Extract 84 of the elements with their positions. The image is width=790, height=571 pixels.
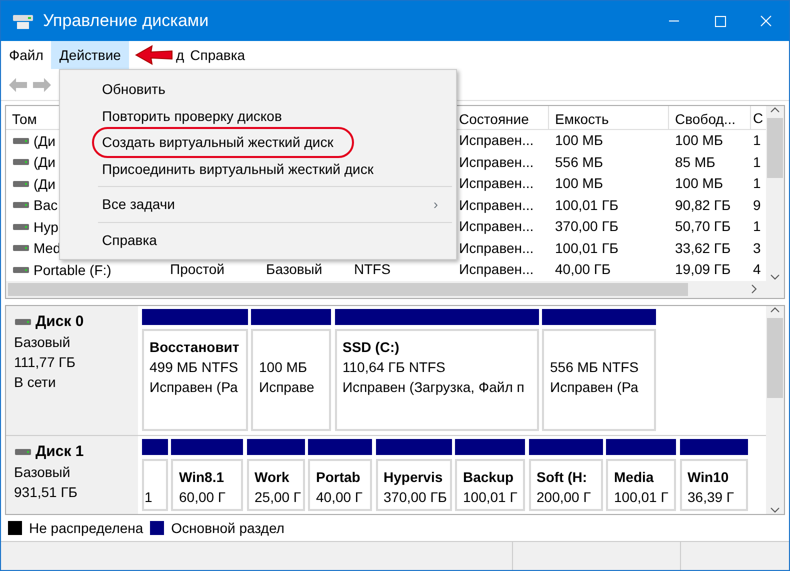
menu-item[interactable]: Действие [51, 41, 129, 69]
menu-item[interactable]: Обновить [60, 76, 456, 102]
forward-icon[interactable] [32, 76, 52, 94]
table-cell-text: NTFS [353, 260, 392, 280]
scroll-down-icon[interactable] [770, 272, 780, 281]
partition-box[interactable]: Восстановит 499 МБ NTFS Исправен (Ра [142, 329, 248, 432]
scroll-up-icon[interactable] [770, 306, 780, 314]
partition-box[interactable]: Portab 40,00 Г [308, 459, 372, 512]
table-cell-text: Portable (F:) [34, 260, 112, 280]
menu-item[interactable]: Файл [1, 41, 52, 69]
partition-box[interactable]: Win8.1 60,00 Г [171, 459, 243, 512]
table-cell-text: 1 [752, 174, 762, 194]
table-cell-text: (Ди [34, 153, 56, 172]
table-cell-text: 370,00 ГБ [554, 217, 620, 236]
table-cell-text: Исправен... [458, 238, 535, 258]
table-cell-text: 3 [752, 238, 762, 258]
scrollbar[interactable] [766, 106, 784, 281]
table-cell-text: 1 [752, 217, 762, 236]
table-cell-text: Исправен... [458, 196, 535, 215]
submenu-arrow: › [433, 195, 438, 214]
table-cell-text: Исправен... [458, 131, 535, 150]
disk-info: 931,51 ГБ [14, 482, 78, 502]
table-cell-text: (Ди [34, 174, 56, 194]
legend-label: Основной раздел [171, 518, 284, 538]
table-cell-text: 100,01 ГБ [554, 196, 620, 215]
back-icon[interactable] [8, 76, 28, 94]
scroll-right-icon[interactable] [750, 284, 758, 294]
menu-item[interactable]: Присоединить виртуальный жесткий диск [60, 156, 456, 182]
column-header[interactable]: С [751, 106, 764, 130]
partition-box[interactable]: 100 МБ Исправе [251, 329, 331, 432]
partition-box[interactable]: Soft (H: 200,00 Г [528, 459, 602, 512]
table-cell-text: Hyp [34, 218, 58, 237]
table-cell-text: 100 МБ [554, 131, 604, 150]
partition-box[interactable]: Hypervis 370,00 ГБ [376, 459, 452, 512]
table-cell-text: Исправен... [458, 217, 535, 236]
table-cell-text: 1 [752, 131, 762, 150]
table-cell-text: Простой [169, 260, 226, 280]
partition-box[interactable]: Work 25,00 Г [246, 459, 304, 512]
menu-item[interactable]: Справка [187, 41, 248, 69]
scroll-up-icon[interactable] [770, 106, 780, 114]
column-header[interactable]: Емкость [549, 106, 669, 130]
disk-name: Диск 1 [36, 442, 84, 462]
table-cell-text: 100 МБ [674, 174, 724, 194]
table-cell-text: 1 [752, 152, 762, 172]
disk-name: Диск 0 [36, 312, 84, 332]
scroll-down-icon[interactable] [770, 506, 780, 514]
table-cell-text: 100 МБ [674, 131, 724, 150]
partition-box[interactable]: 1 [142, 459, 168, 512]
scrollbar[interactable] [766, 306, 784, 514]
partition-box[interactable]: Win10 36,39 Г [680, 459, 748, 512]
table-cell-text: Базовый [265, 260, 324, 280]
table-cell-text: 9 [752, 196, 762, 215]
table-cell-text: 85 МБ [674, 152, 716, 172]
table-cell-text: Исправен... [458, 152, 535, 172]
table-cell-text: 33,62 ГБ [674, 238, 732, 258]
partition-box[interactable]: SSD (C:) 110,64 ГБ NTFS Исправен (Загрузка, Файл п [334, 329, 538, 432]
table-cell-text: Bac [34, 196, 58, 216]
disk-info: Базовый [14, 462, 72, 482]
table-cell-text: 556 МБ [554, 152, 604, 172]
table-cell-text: 100,01 ГБ [554, 238, 620, 258]
table-cell-text: 19,09 ГБ [674, 260, 732, 280]
partition-box[interactable]: Media 100,01 Г [606, 459, 676, 512]
disk-info: 111,77 ГБ [14, 352, 76, 372]
partition-box[interactable]: Backup 100,01 Г [455, 459, 525, 512]
menu-item[interactable]: Все задачи › [60, 191, 456, 218]
table-cell-text: Исправен... [458, 174, 535, 194]
menu-item[interactable]: Повторить проверку дисков [60, 102, 456, 129]
menu-item[interactable]: д [172, 41, 188, 69]
table-cell-text: Исправен... [458, 260, 535, 280]
table-cell-text: 40,00 ГБ [554, 260, 612, 280]
window-title: Управление дисками [43, 10, 210, 32]
table-cell-text: 90,82 ГБ [674, 196, 732, 215]
table-cell-text: 4 [752, 260, 762, 280]
column-header[interactable]: Свобод... [669, 106, 751, 130]
partition-box[interactable]: 556 МБ NTFS Исправен (Ра [542, 329, 656, 432]
menu-item[interactable]: Создать виртуальный жесткий диск [60, 129, 456, 156]
disk-info: В сети [14, 372, 57, 392]
menu-item[interactable]: Справка [60, 226, 456, 253]
table-cell-text: (Ди [34, 132, 56, 151]
table-cell-text: 50,70 ГБ [674, 217, 732, 236]
table-cell-text: 100 МБ [554, 174, 604, 194]
disk-info: Базовый [14, 332, 72, 352]
legend-label: Не распределена [29, 518, 144, 538]
annotation-arrow [134, 44, 174, 66]
